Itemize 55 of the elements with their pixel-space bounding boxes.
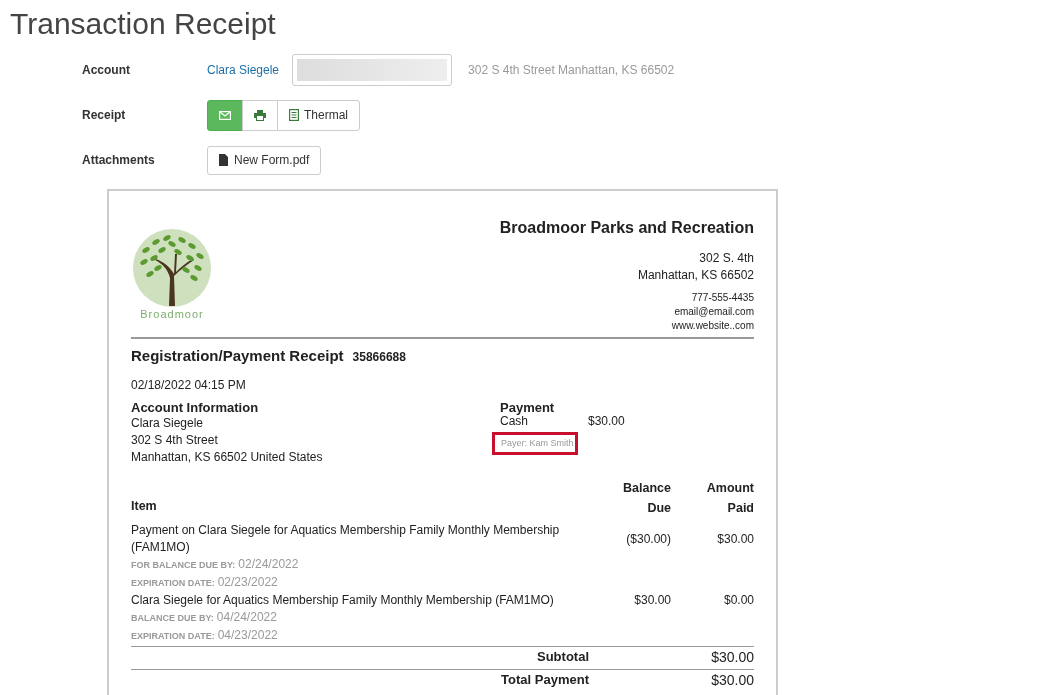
address-line: Manhattan, KS 66502 bbox=[637, 267, 754, 284]
contact-line: 777-555-4435 bbox=[691, 291, 754, 305]
account-line: Manhattan, KS 66502 United States bbox=[131, 448, 324, 466]
organization-name: Broadmoor Parks and Recreation bbox=[499, 218, 754, 238]
printer-icon bbox=[254, 109, 266, 121]
print-button[interactable] bbox=[242, 99, 278, 131]
page-title: Transaction Receipt bbox=[9, 6, 277, 39]
payment-amount: $30.00 bbox=[588, 414, 625, 428]
account-field[interactable] bbox=[292, 54, 453, 86]
logo-text: Broadmoor bbox=[140, 307, 204, 322]
attachment-button[interactable]: New Form.pdf bbox=[207, 145, 322, 175]
detail-label: EXPIRATION DATE: bbox=[131, 577, 215, 588]
section-heading: Payment bbox=[500, 400, 555, 415]
account-line: Clara Siegele bbox=[131, 414, 205, 432]
detail-value: 02/23/2022 bbox=[217, 574, 278, 589]
detail-value: 02/24/2022 bbox=[238, 556, 299, 571]
detail-value: 04/24/2022 bbox=[216, 609, 277, 624]
email-button[interactable] bbox=[207, 99, 243, 131]
contact-line: www.website..com bbox=[671, 319, 754, 333]
column-header: Amount Paid bbox=[705, 479, 754, 517]
table-cell-text: $30.00 bbox=[716, 530, 754, 548]
tree-logo-icon bbox=[132, 228, 212, 308]
total-value: $30.00 bbox=[710, 670, 754, 690]
receipt-date: 02/18/2022 04:15 PM bbox=[131, 376, 247, 394]
total-value: $30.00 bbox=[710, 647, 754, 667]
table-cell-text: $0.00 bbox=[722, 591, 754, 609]
account-address: 302 S 4th Street Manhattan, KS 66502 bbox=[468, 62, 675, 79]
document-icon bbox=[289, 109, 299, 121]
detail-label: EXPIRATION DATE: bbox=[131, 630, 215, 641]
column-header: Item bbox=[131, 497, 158, 515]
table-cell-text: $30.00 bbox=[633, 591, 671, 609]
envelope-icon bbox=[219, 110, 231, 120]
section-heading: Account Information bbox=[131, 400, 260, 415]
account-link[interactable]: Clara Siegele bbox=[207, 61, 280, 79]
table-cell-text: ($30.00) bbox=[625, 530, 671, 548]
address-line: 302 S. 4th bbox=[699, 250, 754, 267]
contact-line: email@email.com bbox=[674, 305, 754, 319]
field-label: Attachments bbox=[82, 152, 156, 169]
total-label: Subtotal bbox=[536, 648, 590, 667]
detail-label: BALANCE DUE BY: bbox=[131, 612, 214, 623]
detail-value: 04/23/2022 bbox=[217, 627, 278, 642]
detail-label: FOR BALANCE DUE BY: bbox=[131, 559, 236, 570]
account-line: 302 S 4th Street bbox=[131, 431, 219, 449]
file-icon bbox=[219, 154, 228, 166]
payer-text: Payer: Kam Smith bbox=[492, 431, 578, 455]
receipt-number: 35866688 bbox=[352, 349, 406, 366]
field-label: Receipt bbox=[82, 107, 127, 124]
total-label: Total Payment bbox=[500, 671, 590, 690]
item-description: Payment on Clara Siegele for Aquatics Membership Family Monthly Membership (FAM1MO) bbox=[131, 521, 561, 556]
receipt-title: Registration/Payment Receipt bbox=[131, 346, 344, 366]
thermal-button[interactable]: Thermal bbox=[277, 99, 360, 131]
field-label: Account bbox=[82, 62, 131, 79]
column-header: Balance Due bbox=[622, 479, 671, 517]
item-description: Clara Siegele for Aquatics Membership Family Monthly Membership (FAM1MO) bbox=[131, 591, 555, 609]
payment-method: Cash bbox=[500, 414, 528, 428]
